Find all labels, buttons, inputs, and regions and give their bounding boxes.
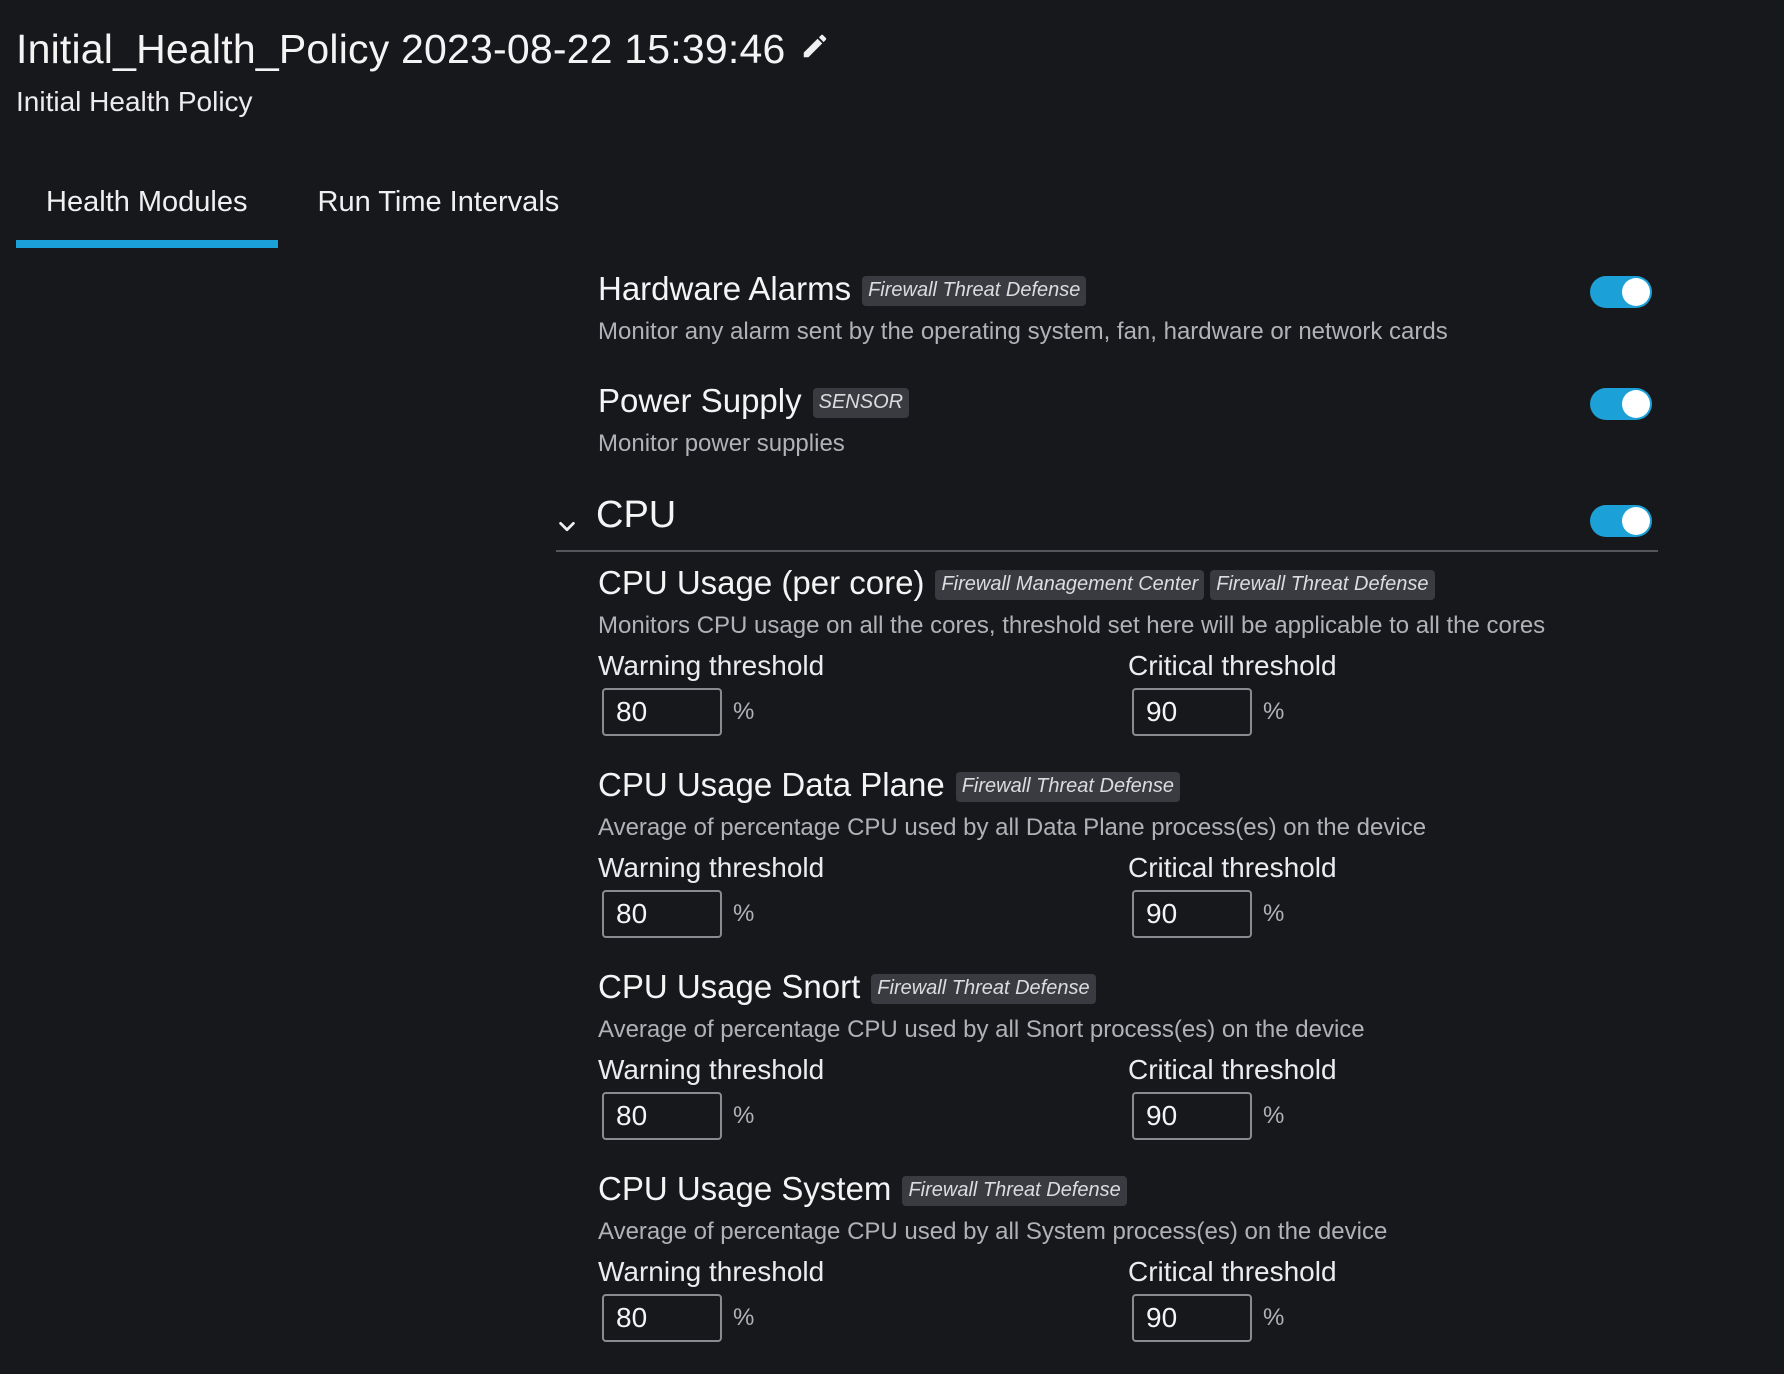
hardware-alarms-toggle[interactable] bbox=[1590, 276, 1652, 308]
title-row: Initial_Health_Policy 2023-08-22 15:39:4… bbox=[16, 26, 830, 73]
badge: Firewall Management Center bbox=[935, 570, 1205, 600]
module-description: Average of percentage CPU used by all Sn… bbox=[598, 1016, 1365, 1043]
percent-unit: % bbox=[733, 1304, 755, 1331]
critical-threshold-group: Critical threshold % bbox=[1128, 852, 1337, 938]
critical-threshold-label: Critical threshold bbox=[1128, 1054, 1337, 1085]
warning-threshold-group: Warning threshold % bbox=[598, 650, 824, 736]
module-description: Monitor power supplies bbox=[598, 430, 845, 457]
cpu-section-title: CPU bbox=[596, 494, 677, 536]
toggle-knob bbox=[1622, 390, 1650, 418]
percent-unit: % bbox=[1263, 698, 1285, 725]
module-name: CPU Usage (per core) bbox=[598, 564, 925, 601]
warning-threshold-label: Warning threshold bbox=[598, 1054, 825, 1085]
warning-threshold-input[interactable] bbox=[602, 1294, 722, 1342]
tab-run-time-intervals[interactable]: Run Time Intervals bbox=[278, 180, 590, 248]
critical-threshold-input[interactable] bbox=[1132, 1294, 1252, 1342]
warning-threshold-label: Warning threshold bbox=[598, 1256, 825, 1287]
percent-unit: % bbox=[733, 698, 755, 725]
warning-threshold-input[interactable] bbox=[602, 688, 722, 736]
badge: Firewall Threat Defense bbox=[871, 974, 1096, 1004]
module-hardware-alarms: Hardware Alarms Firewall Threat Defense … bbox=[598, 270, 1658, 346]
critical-threshold-group: Critical threshold % bbox=[1128, 650, 1337, 736]
critical-threshold-input[interactable] bbox=[1132, 890, 1252, 938]
cpu-section-header: CPU bbox=[556, 494, 1658, 552]
percent-unit: % bbox=[1263, 900, 1285, 927]
badge: Firewall Threat Defense bbox=[1210, 570, 1435, 600]
module-description: Monitor any alarm sent by the operating … bbox=[598, 318, 1448, 345]
module-cpu-usage-data-plane: CPU Usage Data Plane Firewall Threat Def… bbox=[598, 766, 1658, 942]
toggle-knob bbox=[1622, 278, 1650, 306]
module-name: CPU Usage Snort bbox=[598, 968, 861, 1005]
module-name: Hardware Alarms bbox=[598, 270, 852, 307]
toggle-knob bbox=[1622, 507, 1650, 535]
module-name: CPU Usage System bbox=[598, 1170, 892, 1207]
critical-threshold-input[interactable] bbox=[1132, 688, 1252, 736]
cpu-toggle[interactable] bbox=[1590, 505, 1652, 537]
critical-threshold-group: Critical threshold % bbox=[1128, 1054, 1337, 1140]
module-name: CPU Usage Data Plane bbox=[598, 766, 945, 803]
module-description: Average of percentage CPU used by all Da… bbox=[598, 814, 1427, 841]
warning-threshold-input[interactable] bbox=[602, 1092, 722, 1140]
module-cpu-usage-system: CPU Usage System Firewall Threat Defense… bbox=[598, 1170, 1658, 1346]
tab-bar: Health Modules Run Time Intervals bbox=[16, 180, 589, 248]
critical-threshold-group: Critical threshold % bbox=[1128, 1256, 1337, 1342]
percent-unit: % bbox=[1263, 1102, 1285, 1129]
percent-unit: % bbox=[733, 1102, 755, 1129]
module-description: Average of percentage CPU used by all Sy… bbox=[598, 1218, 1388, 1245]
percent-unit: % bbox=[1263, 1304, 1285, 1331]
warning-threshold-group: Warning threshold % bbox=[598, 1256, 824, 1342]
badge: Firewall Threat Defense bbox=[902, 1176, 1127, 1206]
critical-threshold-input[interactable] bbox=[1132, 1092, 1252, 1140]
power-supply-toggle[interactable] bbox=[1590, 388, 1652, 420]
percent-unit: % bbox=[733, 900, 755, 927]
warning-threshold-input[interactable] bbox=[602, 890, 722, 938]
module-description: Monitors CPU usage on all the cores, thr… bbox=[598, 612, 1546, 639]
page-title: Initial_Health_Policy 2023-08-22 15:39:4… bbox=[16, 26, 786, 72]
warning-threshold-group: Warning threshold % bbox=[598, 1054, 824, 1140]
badge: SENSOR bbox=[812, 388, 910, 418]
warning-threshold-label: Warning threshold bbox=[598, 650, 825, 681]
pencil-icon[interactable] bbox=[800, 31, 830, 61]
critical-threshold-label: Critical threshold bbox=[1128, 852, 1337, 883]
warning-threshold-label: Warning threshold bbox=[598, 852, 825, 883]
module-name: Power Supply bbox=[598, 382, 802, 419]
badge: Firewall Threat Defense bbox=[862, 276, 1087, 306]
chevron-down-icon[interactable] bbox=[556, 516, 578, 538]
tab-health-modules[interactable]: Health Modules bbox=[16, 180, 278, 248]
critical-threshold-label: Critical threshold bbox=[1128, 650, 1337, 681]
module-power-supply: Power Supply SENSOR Monitor power suppli… bbox=[598, 382, 1658, 458]
module-cpu-usage-per-core: CPU Usage (per core) Firewall Management… bbox=[598, 564, 1658, 740]
warning-threshold-group: Warning threshold % bbox=[598, 852, 824, 938]
page-subtitle: Initial Health Policy bbox=[16, 86, 253, 117]
module-cpu-usage-snort: CPU Usage Snort Firewall Threat Defense … bbox=[598, 968, 1658, 1144]
badge: Firewall Threat Defense bbox=[955, 772, 1180, 802]
health-policy-page: Initial_Health_Policy 2023-08-22 15:39:4… bbox=[0, 0, 1784, 1374]
critical-threshold-label: Critical threshold bbox=[1128, 1256, 1337, 1287]
